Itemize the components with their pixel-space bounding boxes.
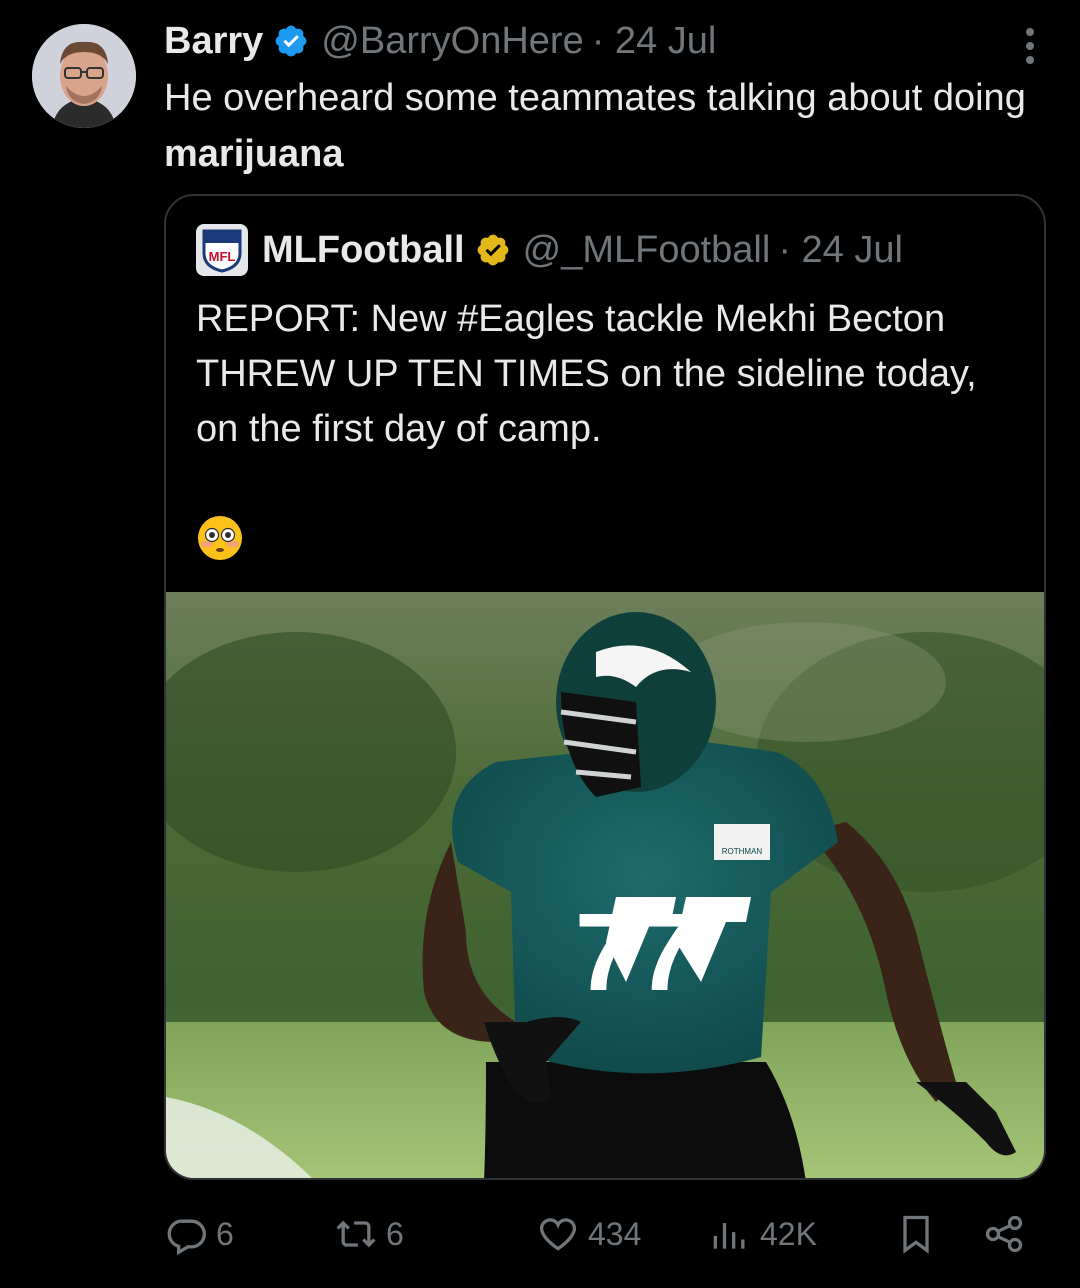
repost-button[interactable]: 6 xyxy=(334,1206,404,1262)
tweet-text-main: He overheard some teammates talking abou… xyxy=(164,77,1026,119)
tweet-text-bold: marijuana xyxy=(164,133,344,175)
jersey-patch: ROTHMAN xyxy=(722,847,763,856)
quote-text: REPORT: New #Eagles tackle Mekhi Becton … xyxy=(196,298,977,450)
reply-button[interactable]: 6 xyxy=(164,1206,234,1262)
share-button[interactable] xyxy=(982,1206,1034,1262)
quote-date[interactable]: · 24 Jul xyxy=(778,229,903,272)
views-icon xyxy=(713,1223,745,1249)
author-handle[interactable]: @BarryOnHere xyxy=(321,20,583,63)
flushed-face-emoji xyxy=(196,514,244,562)
mfl-logo[interactable]: MFL xyxy=(196,224,248,276)
verified-blue-icon xyxy=(273,23,309,59)
quote-author-handle[interactable]: @_MLFootball xyxy=(523,229,771,272)
logo-text: MFL xyxy=(209,249,236,264)
bookmark-icon xyxy=(903,1215,929,1254)
avatar[interactable] xyxy=(32,24,136,128)
tweet-photo[interactable]: 77 ROTHMAN xyxy=(166,592,1046,1180)
views-count: 42K xyxy=(760,1215,817,1252)
avatar-image xyxy=(32,24,136,128)
tweet-header: Barry @BarryOnHere · 24 Jul xyxy=(164,18,1040,64)
bookmark-button[interactable] xyxy=(894,1206,946,1262)
quoted-tweet[interactable]: MFL MLFootball @_MLFootball · 24 Jul REP… xyxy=(164,194,1046,1180)
reply-count: 6 xyxy=(216,1215,234,1252)
repost-count: 6 xyxy=(386,1215,404,1252)
views-button[interactable]: 42K xyxy=(708,1206,817,1262)
reply-icon xyxy=(167,1219,206,1256)
action-bar: 6 6 434 42K xyxy=(164,1206,1044,1262)
more-icon[interactable] xyxy=(1024,26,1036,66)
author-name[interactable]: Barry xyxy=(164,20,263,63)
quote-author-name[interactable]: MLFootball xyxy=(262,229,465,272)
like-icon xyxy=(539,1218,577,1251)
tweet-date[interactable]: · 24 Jul xyxy=(592,20,717,63)
verified-gold-icon xyxy=(475,232,511,268)
jersey-number: 77 xyxy=(575,891,697,1014)
like-count: 434 xyxy=(588,1215,642,1252)
share-icon xyxy=(985,1215,1023,1253)
like-button[interactable]: 434 xyxy=(536,1206,641,1262)
repost-icon xyxy=(336,1220,376,1248)
quote-header: MFL MLFootball @_MLFootball · 24 Jul xyxy=(196,224,903,276)
tweet-text: He overheard some teammates talking abou… xyxy=(164,70,1044,182)
